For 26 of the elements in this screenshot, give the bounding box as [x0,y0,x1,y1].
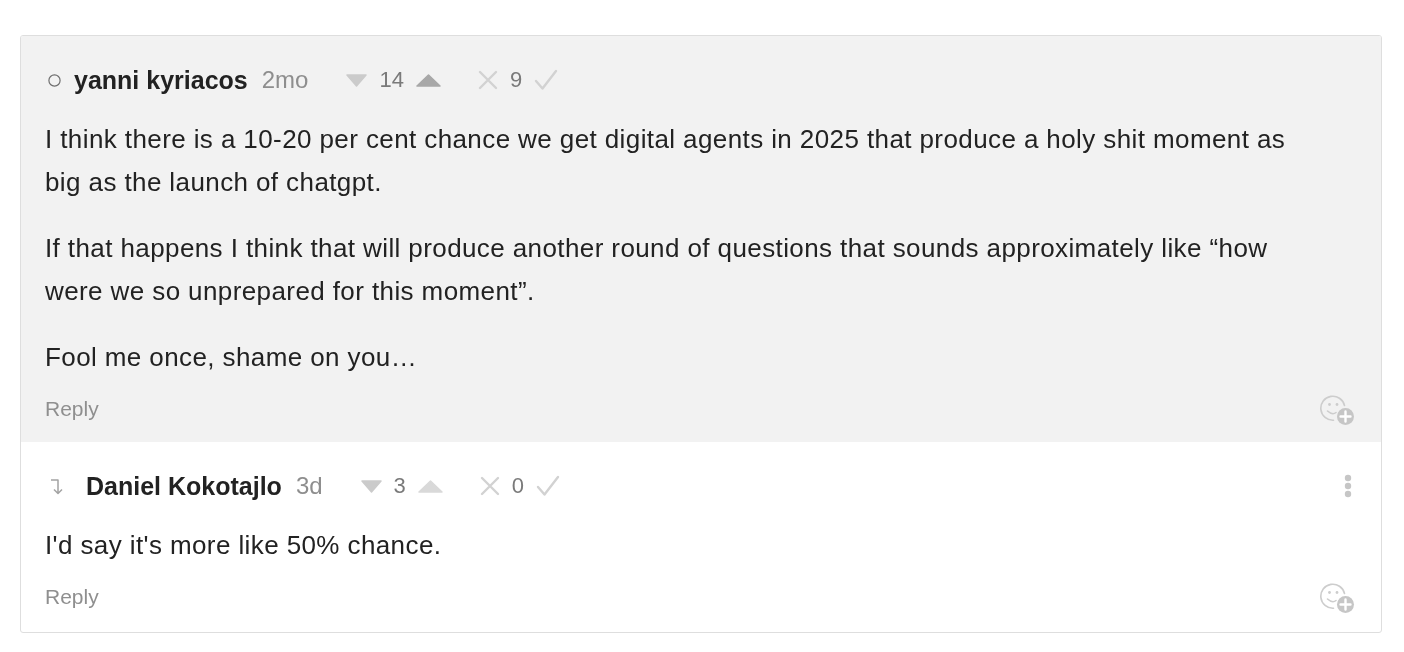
upvote-icon[interactable] [415,73,441,87]
disagree-cross-icon[interactable] [479,476,500,496]
karma-score: 14 [379,66,404,94]
agreement-score: 0 [511,472,525,500]
comment-text: I think there is a 10-20 per cent chance we get digital agents in 2025 that produce a holy shit moment as big as the launch of chatgpt. [45,123,1287,199]
comment-age[interactable]: 2mo [261,65,309,95]
author-name[interactable]: yanni kyriacos [74,65,248,95]
author-name[interactable]: Daniel Kokotajlo [86,471,282,501]
downvote-icon[interactable] [360,479,382,493]
more-options-icon[interactable] [1344,474,1352,498]
collapse-circle-icon[interactable] [48,73,61,87]
disagree-cross-icon[interactable] [477,70,498,90]
comment-text: If that happens I think that will produce another round of questions that sounds approximately like “how were we so unprepared for this moment”. [45,232,1269,308]
comment-text: Fool me once, shame on you… [45,341,419,374]
agree-check-icon[interactable] [536,475,561,497]
upvote-icon[interactable] [417,479,443,493]
karma-score: 3 [393,472,406,500]
agree-check-icon[interactable] [534,69,559,91]
comment-text: I'd say it's more like 50% chance. [45,529,443,562]
reply-link[interactable]: Reply [45,396,99,422]
add-reaction-icon[interactable] [1320,580,1355,614]
add-reaction-icon[interactable] [1320,392,1355,426]
comment-age[interactable]: 3d [295,471,323,501]
agreement-score: 9 [509,66,523,94]
reply-link[interactable]: Reply [45,584,99,610]
downvote-icon[interactable] [346,73,368,87]
